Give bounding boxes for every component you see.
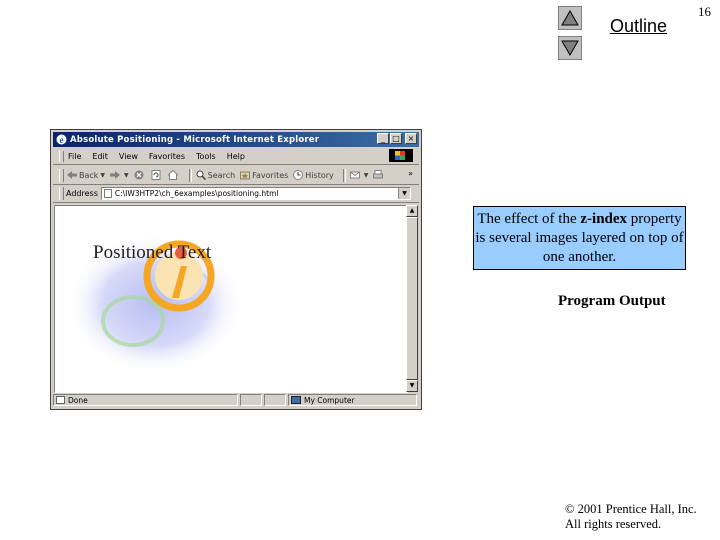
next-slide-button[interactable] [558,36,582,60]
security-zone-text: My Computer [304,395,355,405]
outline-link[interactable]: Outline [610,16,667,37]
mail-button[interactable]: ▼ [349,170,369,180]
favorites-button[interactable]: Favorites [240,170,288,180]
home-icon [167,170,178,180]
status-empty-cell [264,394,286,406]
stop-button[interactable] [134,170,146,180]
page-number: 16 [698,4,711,19]
page-icon [103,189,112,198]
toolbar-more-chevron[interactable]: » [408,169,413,178]
windows-logo-throbber [389,149,413,162]
status-empty-cell [240,394,262,406]
toolbar-grip[interactable] [59,150,64,162]
history-label: History [305,170,334,180]
search-icon [196,170,206,180]
home-button[interactable] [167,170,180,180]
title-bar: e Absolute Positioning - Microsoft Inter… [53,132,419,147]
toolbar-grip[interactable] [59,168,64,182]
favorites-folder-icon [240,170,251,180]
previous-slide-button[interactable] [558,6,582,30]
menu-edit[interactable]: Edit [92,152,108,161]
triangle-down-icon [561,40,579,57]
dropdown-arrow-icon: ▼ [363,171,369,179]
address-bar: Address C:\IW3HTP2\ch_6examples\position… [53,185,419,203]
history-icon [293,170,304,180]
search-label: Search [207,170,236,180]
callout-text-start: The effect of the [477,211,581,227]
toolbar-separator [188,168,192,182]
dropdown-arrow-icon: ▼ [100,171,106,179]
back-label: Back [79,170,99,180]
page-done-icon [56,396,65,404]
address-text: C:\IW3HTP2\ch_6examples\positioning.html [114,189,279,198]
browser-window: e Absolute Positioning - Microsoft Inter… [50,129,422,410]
copyright-line: © 2001 Prentice Hall, Inc. [565,502,697,516]
status-text-cell: Done [53,394,238,406]
search-button[interactable]: Search [196,170,235,180]
callout-box: The effect of the z-index property is se… [473,206,686,270]
triangle-up-icon [561,9,579,26]
menu-tools[interactable]: Tools [196,152,216,161]
back-arrow-icon [67,170,77,180]
svg-text:e: e [60,135,64,145]
scroll-thumb[interactable] [406,217,418,380]
print-button[interactable] [373,170,385,180]
menu-favorites[interactable]: Favorites [149,152,185,161]
menu-view[interactable]: View [119,152,138,161]
maximize-button[interactable]: □ [390,133,402,144]
toolbar-separator [342,168,346,182]
page-content: Positioned Text [54,205,408,393]
dropdown-arrow-icon: ▼ [124,171,129,179]
status-text: Done [68,395,88,405]
scroll-down-button[interactable]: ▼ [406,380,418,392]
copyright: © 2001 Prentice Hall, Inc. All rights re… [565,502,697,532]
print-icon [373,170,384,180]
address-dropdown-button[interactable]: ▼ [398,188,410,199]
refresh-icon [151,170,161,180]
refresh-button[interactable] [151,170,163,180]
minimize-button[interactable]: _ [377,133,389,144]
close-button[interactable]: × [405,133,417,144]
positioned-text: Positioned Text [93,242,212,263]
ie-logo-icon: e [56,134,67,145]
history-button[interactable]: History [293,170,334,180]
stop-icon [134,170,144,180]
back-button[interactable]: Back ▼ [67,170,105,180]
mail-icon [349,170,360,180]
address-input[interactable]: C:\IW3HTP2\ch_6examples\positioning.html… [100,187,411,200]
favorites-label: Favorites [252,170,289,180]
scroll-up-button[interactable]: ▲ [406,205,418,217]
forward-button[interactable]: ▼ [110,170,129,180]
callout-keyword: z-index [580,211,628,227]
rights-line: All rights reserved. [565,517,662,531]
my-computer-icon [291,396,301,404]
security-zone-cell: My Computer [288,394,417,406]
status-bar: Done My Computer [53,393,419,407]
window-title: Absolute Positioning - Microsoft Interne… [70,134,320,145]
menu-help[interactable]: Help [227,152,245,161]
program-output-label: Program Output [558,293,666,309]
toolbar-grip[interactable] [59,187,64,200]
menu-bar: File Edit View Favorites Tools Help [53,148,419,165]
address-label: Address [66,189,98,198]
forward-arrow-icon [110,170,121,180]
menu-file[interactable]: File [68,152,81,161]
vertical-scrollbar[interactable]: ▲ ▼ [406,205,418,392]
standard-toolbar: Back ▼ ▼ Search Favorites History ▼ » [53,166,419,185]
